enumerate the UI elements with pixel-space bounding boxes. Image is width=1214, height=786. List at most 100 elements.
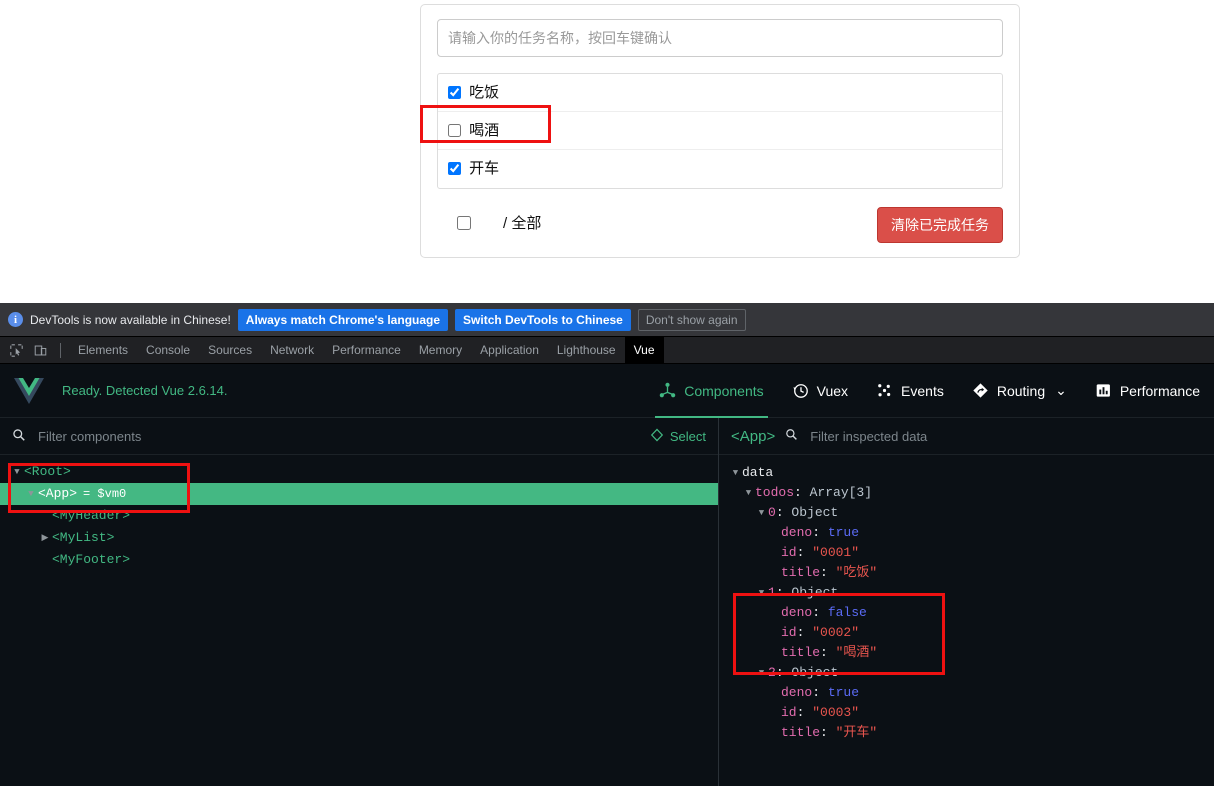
object-type: Object	[791, 665, 839, 680]
data-prop-row[interactable]: title : "吃饭"	[729, 563, 1214, 583]
data-value: "开车"	[835, 725, 878, 740]
search-icon	[785, 428, 798, 444]
tab-memory[interactable]: Memory	[410, 337, 471, 364]
data-value: true	[827, 685, 860, 700]
select-all-checkbox[interactable]	[457, 216, 471, 230]
data-prop-row[interactable]: deno : true	[729, 523, 1214, 543]
vue-nav-label: Components	[684, 382, 764, 399]
devtools-window: i DevTools is now available in Chinese! …	[0, 303, 1214, 786]
devtools-tab-strip: Elements Console Sources Network Perform…	[0, 336, 1214, 364]
object-type: Object	[791, 585, 839, 600]
vuex-clock-icon	[792, 382, 809, 399]
tree-node-mylist[interactable]: ▶ <MyList>	[0, 527, 718, 549]
todo-item[interactable]: 吃饭	[438, 74, 1002, 112]
tree-node-app[interactable]: ▼ <App> = $vm0	[0, 483, 718, 505]
component-name: <MyFooter>	[52, 552, 131, 567]
tab-performance[interactable]: Performance	[323, 337, 410, 364]
data-value: Array[3]	[809, 485, 873, 500]
tab-sources[interactable]: Sources	[199, 337, 261, 364]
caret-down-icon[interactable]: ▼	[755, 503, 768, 523]
component-name: <MyList>	[52, 530, 115, 545]
data-value: "0003"	[812, 705, 860, 720]
todo-checkbox[interactable]	[448, 86, 461, 99]
tab-console[interactable]: Console	[137, 337, 199, 364]
filter-inspected-data-input[interactable]	[808, 427, 1202, 445]
component-tree: ▼ <Root> ▼ <App> = $vm0 ▸ <MyHeader> ▶ <…	[0, 455, 718, 571]
data-object-row[interactable]: ▼ 0 : Object	[729, 503, 1214, 523]
array-index: 0	[768, 505, 776, 520]
data-prop-row[interactable]: title : "开车"	[729, 723, 1214, 743]
component-name: <App>	[38, 486, 78, 501]
data-object-row[interactable]: ▼ 1 : Object	[729, 583, 1214, 603]
data-value: false	[827, 605, 867, 620]
data-value: true	[827, 525, 860, 540]
component-vm-ref: = $vm0	[83, 487, 127, 501]
data-key: todos	[755, 485, 795, 500]
data-prop-row[interactable]: deno : true	[729, 683, 1214, 703]
tree-node-myheader[interactable]: ▸ <MyHeader>	[0, 505, 718, 527]
object-type: Object	[791, 505, 839, 520]
clear-completed-button[interactable]: 清除已完成任务	[877, 207, 1003, 243]
components-icon	[659, 382, 676, 399]
inspector-toolbar: <App>	[719, 418, 1214, 455]
data-key: id	[781, 625, 797, 640]
vue-nav-components[interactable]: Components	[645, 364, 777, 418]
vue-nav-label: Events	[901, 382, 944, 399]
filter-components-input[interactable]	[36, 427, 640, 445]
data-object-row[interactable]: ▼ 2 : Object	[729, 663, 1214, 683]
todo-checkbox[interactable]	[448, 162, 461, 175]
events-icon	[876, 382, 893, 399]
vue-nav-performance[interactable]: Performance	[1081, 364, 1214, 418]
tab-vue[interactable]: Vue	[624, 336, 664, 364]
vue-nav-routing[interactable]: Routing ⌄	[958, 364, 1081, 418]
tab-application[interactable]: Application	[471, 337, 548, 364]
caret-down-icon[interactable]: ▼	[742, 483, 755, 503]
tree-node-root[interactable]: ▼ <Root>	[0, 461, 718, 483]
tab-elements[interactable]: Elements	[69, 337, 137, 364]
tab-network[interactable]: Network	[261, 337, 323, 364]
toolbar-divider	[60, 342, 61, 358]
todo-item[interactable]: 开车	[438, 150, 1002, 188]
data-prop-row[interactable]: id : "0002"	[729, 623, 1214, 643]
info-icon: i	[8, 312, 23, 327]
vue-nav-label: Performance	[1119, 382, 1200, 399]
data-group-label: data	[742, 465, 774, 480]
todo-item[interactable]: 喝酒	[438, 112, 1002, 150]
vue-nav-label: Routing	[996, 382, 1046, 399]
vue-nav-vuex[interactable]: Vuex	[778, 364, 862, 418]
data-prop-row[interactable]: id : "0001"	[729, 543, 1214, 563]
devtools-language-notice: i DevTools is now available in Chinese! …	[0, 303, 1214, 337]
vue-nav-events[interactable]: Events	[862, 364, 958, 418]
caret-down-icon[interactable]: ▼	[24, 483, 38, 505]
data-prop-row[interactable]: title : "喝酒"	[729, 643, 1214, 663]
switch-devtools-to-chinese-button[interactable]: Switch DevTools to Chinese	[455, 308, 631, 331]
data-key: title	[781, 725, 821, 740]
caret-down-icon[interactable]: ▼	[755, 583, 768, 603]
caret-down-icon[interactable]: ▼	[10, 461, 24, 483]
data-todos-row[interactable]: ▼ todos : Array[3]	[729, 483, 1214, 503]
todo-checkbox[interactable]	[448, 124, 461, 137]
device-toolbar-icon[interactable]	[28, 339, 52, 361]
component-name: <MyHeader>	[52, 508, 131, 523]
tree-node-myfooter[interactable]: ▸ <MyFooter>	[0, 549, 718, 571]
chevron-down-icon[interactable]: ⌄	[1055, 382, 1067, 399]
todo-list: 吃饭 喝酒 开车	[437, 73, 1003, 189]
data-group-row[interactable]: ▼ data	[729, 463, 1214, 483]
data-prop-row[interactable]: id : "0003"	[729, 703, 1214, 723]
caret-down-icon[interactable]: ▼	[755, 663, 768, 683]
dont-show-again-button[interactable]: Don't show again	[637, 308, 746, 331]
always-match-language-button[interactable]: Always match Chrome's language	[237, 308, 449, 331]
data-key: title	[781, 565, 821, 580]
tab-lighthouse[interactable]: Lighthouse	[548, 337, 625, 364]
data-prop-row[interactable]: deno : false	[729, 603, 1214, 623]
select-component-button[interactable]: Select	[650, 428, 706, 445]
caret-placeholder-icon: ▸	[38, 549, 52, 571]
inspected-data-tree: ▼ data ▼ todos : Array[3] ▼ 0 : Object d…	[719, 455, 1214, 743]
caret-right-icon[interactable]: ▶	[38, 527, 52, 549]
caret-down-icon[interactable]: ▼	[729, 463, 742, 483]
components-pane: Select ▼ <Root> ▼ <App> = $vm0 ▸ <MyHead…	[0, 418, 719, 786]
inspect-element-icon[interactable]	[4, 339, 28, 361]
vue-nav-label: Vuex	[816, 382, 849, 399]
array-index: 1	[768, 585, 776, 600]
new-task-input[interactable]	[437, 19, 1003, 57]
